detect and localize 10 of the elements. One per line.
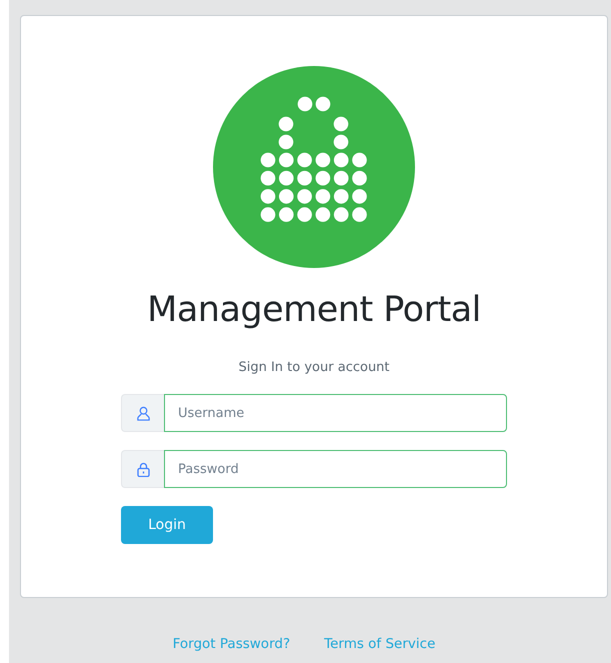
portal-title: Management Portal [147,290,481,330]
sign-in-subtitle: Sign In to your account [238,360,390,375]
footer-link[interactable]: Terms of Service [324,636,436,652]
footer-link[interactable]: Forgot Password? [172,636,290,652]
input-field[interactable]: Password [164,450,507,488]
user-icon [136,406,150,420]
lock-icon [136,462,150,476]
lock-logo-icon [213,66,415,268]
input-field[interactable]: Username [164,394,507,432]
login-button[interactable]: Login [121,506,213,544]
